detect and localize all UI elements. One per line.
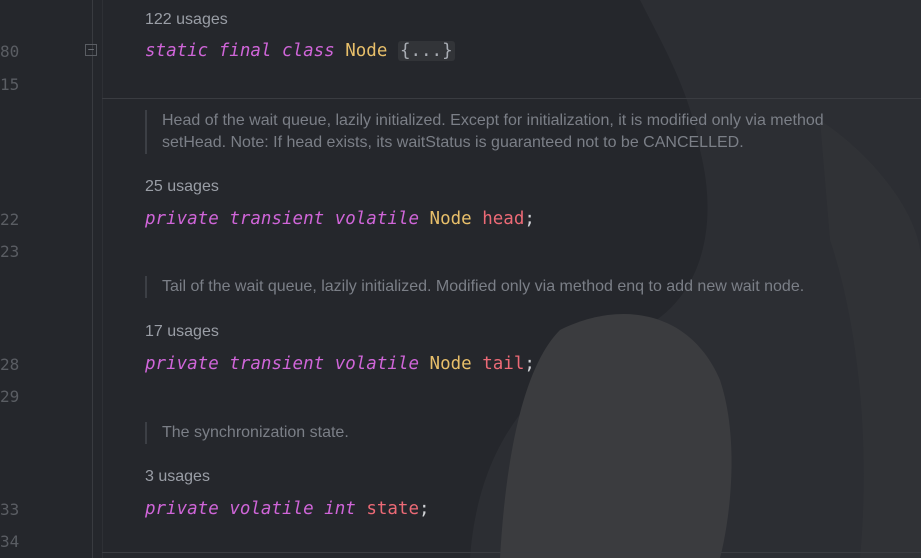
field-name: state <box>366 499 419 519</box>
line-number: 80 <box>0 42 20 61</box>
keyword: class <box>282 41 335 61</box>
type-name: Node <box>429 354 472 374</box>
semicolon: ; <box>524 209 535 229</box>
keyword: private <box>145 209 219 229</box>
javadoc-comment: Head of the wait queue, lazily initializ… <box>145 110 892 154</box>
usages-link[interactable]: 3 usages <box>145 467 210 487</box>
keyword: transient <box>229 354 325 374</box>
line-number: 29 <box>0 387 20 406</box>
separator-line <box>102 98 921 99</box>
folded-region[interactable]: {...} <box>397 41 455 61</box>
line-number: 15 <box>0 75 20 94</box>
field-name: head <box>482 209 525 229</box>
keyword: private <box>145 354 219 374</box>
javadoc-comment: The synchronization state. <box>145 422 562 444</box>
code-line-node-class[interactable]: static final class Node {...} <box>145 40 455 62</box>
keyword: volatile <box>334 209 419 229</box>
line-number: 33 <box>0 500 20 519</box>
editor-edge <box>102 0 103 558</box>
type-name: Node <box>429 209 472 229</box>
semicolon: ; <box>524 354 535 374</box>
line-number: 22 <box>0 210 20 229</box>
keyword: volatile <box>334 354 419 374</box>
keyword: static <box>145 41 209 61</box>
code-line-head[interactable]: private transient volatile Node head; <box>145 208 535 230</box>
keyword: transient <box>229 209 325 229</box>
code-line-state[interactable]: private volatile int state; <box>145 498 430 520</box>
line-number: 23 <box>0 242 20 261</box>
keyword: final <box>218 41 272 61</box>
keyword: private <box>145 499 219 519</box>
type-name: Node <box>345 41 388 61</box>
keyword: volatile <box>229 499 314 519</box>
javadoc-comment: Tail of the wait queue, lazily initializ… <box>145 276 902 298</box>
separator-line <box>102 552 921 553</box>
semicolon: ; <box>419 499 430 519</box>
usages-link[interactable]: 25 usages <box>145 177 219 197</box>
line-number: 28 <box>0 355 20 374</box>
line-number: 34 <box>0 532 20 551</box>
field-name: tail <box>482 354 525 374</box>
gutter-separator <box>92 0 93 558</box>
code-line-tail[interactable]: private transient volatile Node tail; <box>145 353 535 375</box>
usages-link[interactable]: 17 usages <box>145 322 219 342</box>
usages-link[interactable]: 122 usages <box>145 10 228 30</box>
fold-toggle-icon[interactable]: − <box>85 44 97 56</box>
keyword: int <box>324 499 356 519</box>
